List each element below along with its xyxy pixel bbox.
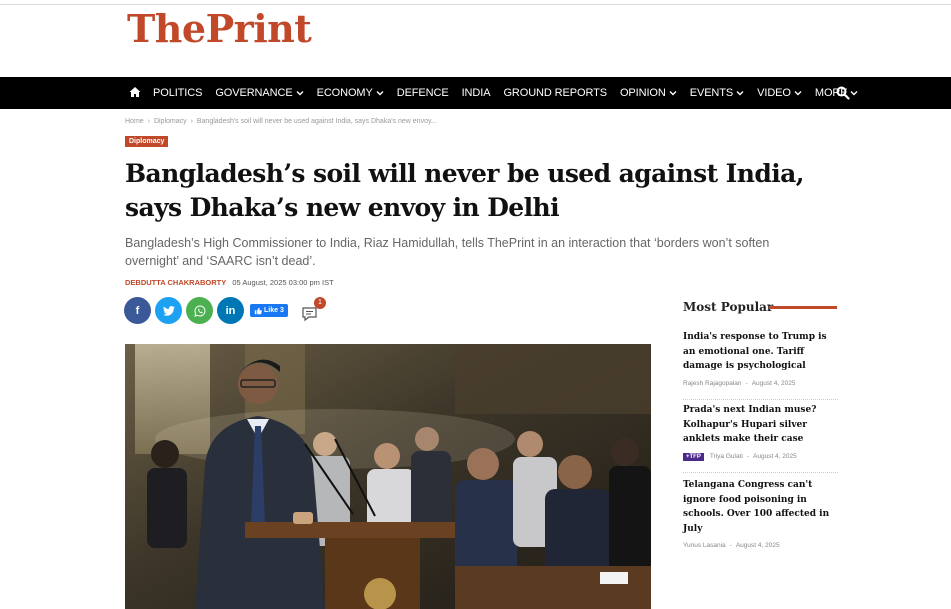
article-headline: Bangladesh’s soil will never be used aga…: [125, 159, 804, 222]
most-popular-item-title[interactable]: Prada's next Indian muse? Kolhapur's Hup…: [683, 403, 839, 447]
breadcrumb-section[interactable]: Diplomacy: [154, 118, 187, 125]
most-popular-item[interactable]: India's response to Trump is an emotiona…: [683, 330, 839, 387]
nav-menu: POLITICS GOVERNANCE ECONOMY DEFENCE INDI…: [153, 77, 871, 109]
linkedin-share-button[interactable]: in: [217, 297, 244, 324]
meta-separator: -: [745, 379, 748, 387]
meta-separator: -: [746, 453, 750, 460]
divider: [683, 399, 838, 400]
facebook-share-button[interactable]: f: [124, 297, 151, 324]
site-logo[interactable]: ThePrint: [127, 6, 312, 52]
nav-item-economy[interactable]: ECONOMY: [317, 87, 384, 99]
facebook-like-button[interactable]: Like 3: [250, 304, 288, 317]
nav-item-events[interactable]: EVENTS: [690, 87, 744, 99]
publish-date: 05 August, 2025 03:00 pm IST: [232, 278, 334, 287]
most-popular-item-meta: Yunus Lasania - August 4, 2025: [683, 542, 839, 549]
most-popular-item-date: August 4, 2025: [753, 453, 797, 460]
most-popular-item-date: August 4, 2025: [751, 379, 796, 387]
nav-item-video[interactable]: VIDEO: [757, 87, 802, 99]
most-popular-heading: Most Popular: [683, 300, 774, 314]
comment-icon[interactable]: [301, 306, 319, 322]
divider: [683, 472, 838, 473]
share-bar: f in: [124, 297, 248, 324]
linkedin-icon: in: [225, 304, 236, 317]
chevron-down-icon: [376, 91, 384, 96]
breadcrumb: Home › Diplomacy › Bangladesh's soil wil…: [125, 118, 439, 125]
top-divider: [0, 4, 951, 5]
thumbs-up-icon: [254, 307, 262, 314]
most-popular-item[interactable]: Telangana Congress can't ignore food poi…: [683, 478, 839, 549]
facebook-icon: f: [135, 304, 140, 317]
search-icon[interactable]: [836, 86, 850, 100]
most-popular-item-meta: Rajesh Rajagopalan - August 4, 2025: [683, 380, 839, 387]
most-popular-item[interactable]: Prada's next Indian muse? Kolhapur's Hup…: [683, 403, 839, 461]
twitter-icon: [162, 305, 175, 316]
most-popular-item-author[interactable]: Yunus Lasania: [683, 542, 726, 549]
most-popular-item-date: August 4, 2025: [735, 542, 780, 549]
twitter-share-button[interactable]: [155, 297, 182, 324]
hero-image: [125, 344, 651, 609]
most-popular-accent-rule: [769, 306, 837, 309]
chevron-down-icon: [296, 91, 304, 96]
tfp-badge: +TFP: [683, 452, 704, 461]
comment-count-badge: 1: [314, 297, 326, 309]
most-popular-item-meta: +TFP Triya Gulati - August 4, 2025: [683, 452, 839, 461]
author-link[interactable]: DEBDUTTA CHAKRABORTY: [125, 278, 226, 287]
breadcrumb-separator: ›: [190, 118, 193, 125]
most-popular-item-title[interactable]: Telangana Congress can't ignore food poi…: [683, 478, 839, 536]
nav-item-governance[interactable]: GOVERNANCE: [215, 87, 304, 99]
most-popular-item-author[interactable]: Rajesh Rajagopalan: [683, 380, 742, 387]
home-icon[interactable]: [128, 85, 142, 99]
nav-item-defence[interactable]: DEFENCE: [397, 87, 449, 99]
most-popular-item-title[interactable]: India's response to Trump is an emotiona…: [683, 330, 839, 374]
category-badge[interactable]: Diplomacy: [125, 136, 169, 147]
whatsapp-icon: [193, 304, 205, 317]
chevron-down-icon: [794, 91, 802, 96]
chevron-down-icon: [736, 91, 744, 96]
whatsapp-share-button[interactable]: [186, 297, 213, 324]
breadcrumb-home[interactable]: Home: [125, 118, 144, 125]
chevron-down-icon: [850, 91, 858, 96]
chevron-down-icon: [669, 91, 677, 96]
courtroom-photo: [125, 344, 651, 609]
nav-item-politics[interactable]: POLITICS: [153, 87, 202, 99]
nav-item-opinion[interactable]: OPINION: [620, 87, 677, 99]
article-dek: Bangladesh’s High Commissioner to India,…: [125, 236, 770, 268]
breadcrumb-current: Bangladesh's soil will never be used aga…: [196, 118, 437, 125]
breadcrumb-separator: ›: [147, 118, 150, 125]
most-popular-item-author[interactable]: Triya Gulati: [710, 453, 743, 460]
meta-separator: -: [729, 542, 732, 549]
nav-item-india[interactable]: INDIA: [462, 87, 491, 99]
main-navbar: POLITICS GOVERNANCE ECONOMY DEFENCE INDI…: [0, 77, 951, 109]
byline: DEBDUTTA CHAKRABORTY 05 August, 2025 03:…: [125, 278, 334, 287]
nav-item-ground-reports[interactable]: GROUND REPORTS: [503, 87, 607, 99]
